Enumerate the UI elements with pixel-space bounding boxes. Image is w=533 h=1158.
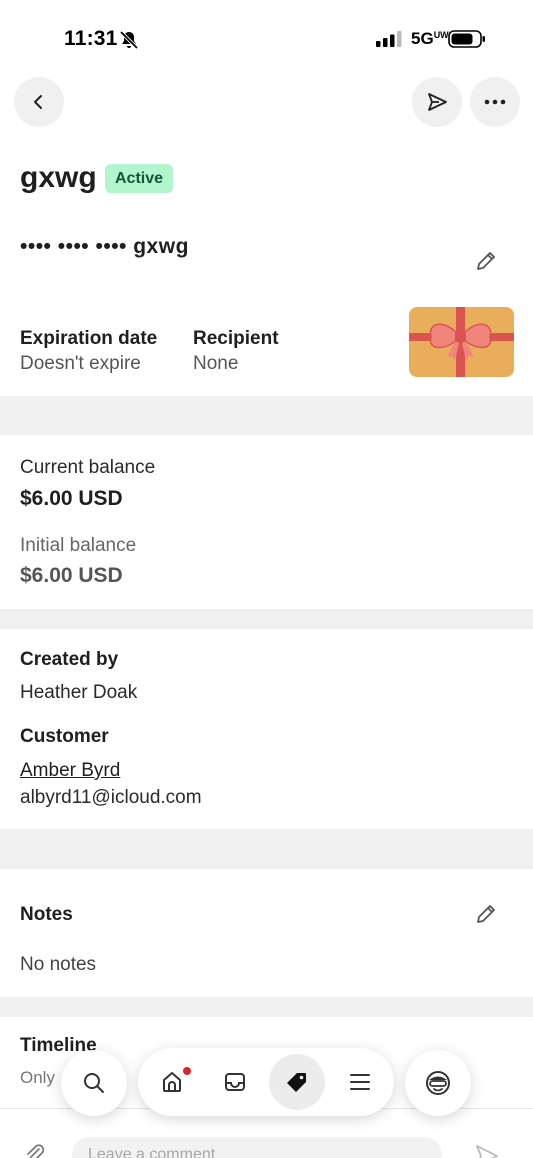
edit-notes-pencil-icon[interactable] — [474, 902, 498, 926]
current-balance-value: $6.00 USD — [20, 487, 123, 510]
search-icon — [84, 1073, 104, 1093]
customer-name-link[interactable]: Amber Byrd — [20, 760, 120, 782]
send-button[interactable] — [412, 77, 462, 127]
recipient-label: Recipient — [193, 328, 279, 349]
initial-balance-value: $6.00 USD — [20, 564, 123, 587]
section-divider — [0, 396, 533, 435]
avatar-icon — [426, 1071, 450, 1095]
tab-inbox[interactable] — [207, 1054, 263, 1110]
bell-slash-icon — [119, 30, 139, 50]
section-divider — [0, 997, 533, 1017]
initial-balance-label: Initial balance — [20, 535, 137, 556]
tab-menu[interactable] — [332, 1054, 388, 1110]
more-options-button[interactable] — [470, 77, 520, 127]
expiration-value: Doesn't expire — [20, 353, 141, 374]
back-button[interactable] — [14, 77, 64, 127]
send-icon — [428, 93, 447, 111]
tab-items[interactable] — [269, 1054, 325, 1110]
tag-icon — [287, 1073, 306, 1092]
send-comment-icon[interactable] — [474, 1143, 500, 1158]
recipient-block: Recipient None — [193, 328, 279, 375]
notes-value: No notes — [20, 954, 97, 975]
status-bar: 11:31 5GUW — [0, 0, 533, 75]
section-divider — [0, 609, 533, 629]
status-badge: Active — [105, 164, 174, 193]
paperclip-icon[interactable] — [24, 1143, 46, 1158]
created-by-label: Created by — [20, 649, 119, 670]
tab-home[interactable] — [144, 1054, 200, 1110]
battery-icon — [448, 30, 485, 48]
expiration-label: Expiration date — [20, 328, 158, 349]
current-balance-label: Current balance — [20, 457, 156, 478]
inbox-icon — [225, 1073, 245, 1091]
chevron-left-icon — [34, 95, 42, 109]
tab-search[interactable] — [61, 1050, 127, 1116]
page-title: gxwg — [20, 161, 97, 194]
created-by-value: Heather Doak — [20, 682, 138, 703]
menu-icon — [350, 1074, 370, 1090]
ellipsis-icon — [484, 99, 506, 105]
customer-email: albyrd11@icloud.com — [20, 787, 202, 808]
status-time: 11:31 — [64, 27, 118, 50]
tab-bar — [138, 1048, 394, 1116]
recipient-value: None — [193, 353, 239, 374]
comment-input[interactable] — [72, 1137, 442, 1158]
expiration-block: Expiration date Doesn't expire — [20, 328, 157, 375]
network-label: 5GUW — [411, 29, 449, 48]
signal-icon — [376, 31, 402, 47]
notes-label: Notes — [20, 904, 73, 925]
customer-label: Customer — [20, 726, 109, 747]
card-number: •••• •••• •••• gxwg — [20, 235, 189, 258]
edit-card-pencil-icon[interactable] — [474, 249, 498, 273]
timeline-subtitle: Only — [20, 1068, 55, 1087]
tab-profile[interactable] — [405, 1050, 471, 1116]
home-icon — [163, 1072, 181, 1092]
notification-dot — [182, 1066, 192, 1076]
section-divider — [0, 829, 533, 869]
gift-card-image — [409, 307, 514, 377]
